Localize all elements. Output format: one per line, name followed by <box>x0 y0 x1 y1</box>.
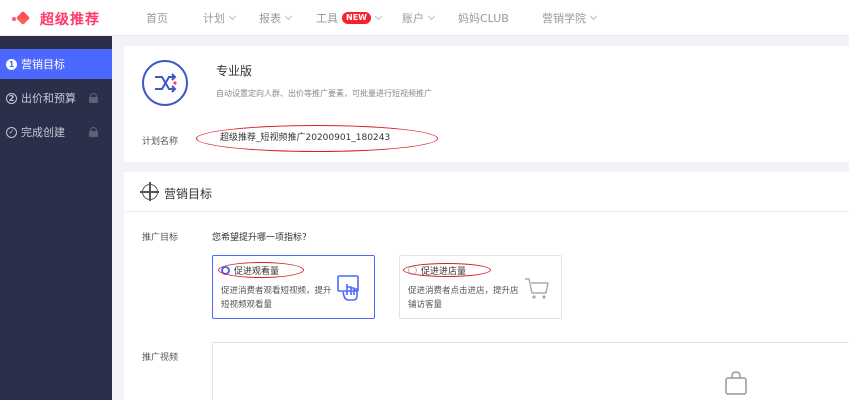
nav-item-label: 工具 <box>316 12 338 25</box>
chevron-down-icon <box>374 12 383 21</box>
sidebar-step-marketing-goal[interactable]: 1 营销目标 <box>0 49 112 79</box>
nav-item-academy[interactable]: 营销学院 <box>542 10 598 26</box>
sidebar-step-bid-budget[interactable]: 2 出价和预算 <box>0 83 112 113</box>
nav-item-label: 报表 <box>259 12 281 25</box>
lock-icon <box>89 93 98 103</box>
step-number: 2 <box>6 92 17 104</box>
sidebar-step-finish[interactable]: ✓ 完成创建 <box>0 117 112 147</box>
brand-logo[interactable]: 超级推荐 <box>12 9 100 29</box>
new-badge: NEW <box>342 12 371 24</box>
crosshair-icon <box>140 182 159 201</box>
target-label: 推广目标 <box>142 233 179 243</box>
option-description: 促进消费者观看短视频，提升短视频观看量 <box>221 286 332 310</box>
annotation-ellipse <box>403 263 491 277</box>
nav-item-label: 计划 <box>203 12 225 25</box>
annotation-ellipse <box>196 125 438 152</box>
lock-icon <box>89 127 98 137</box>
nav-item-account[interactable]: 账户 <box>402 10 436 26</box>
chevron-down-icon <box>427 12 436 21</box>
nav-item-mama-club[interactable]: 妈妈CLUB <box>458 10 509 26</box>
edition-title: 专业版 <box>216 64 253 78</box>
nav-item-report[interactable]: 报表 <box>259 10 293 26</box>
shuffle-icon <box>142 60 188 106</box>
step-number: 1 <box>6 58 17 70</box>
nav-item-label: 账户 <box>402 12 424 25</box>
chevron-down-icon <box>284 12 293 21</box>
sidebar-step-label: 营销目标 <box>21 58 65 71</box>
nav-item-tools[interactable]: 工具 NEW <box>316 10 383 26</box>
video-label: 推广视频 <box>142 353 179 363</box>
plan-info-card: 专业版 自动设置定向人群、出价等推广要素，可批量进行短视频推广 计划名称 超级推… <box>124 46 849 162</box>
hand-tap-icon <box>336 274 364 302</box>
nav-item-home[interactable]: 首页 <box>146 10 168 26</box>
marketing-goal-card: 营销目标 推广目标 您希望提升哪一项指标？ 促进观看量 促进消费者观看短视频，提… <box>124 172 849 400</box>
nav-item-label: 妈妈CLUB <box>458 12 509 25</box>
edition-description: 自动设置定向人群、出价等推广要素，可批量进行短视频推广 <box>216 89 432 98</box>
sidebar-step-label: 出价和预算 <box>21 92 76 105</box>
nav-item-label: 首页 <box>146 12 168 25</box>
shopping-bag-icon <box>723 370 749 396</box>
brand-name: 超级推荐 <box>40 12 100 28</box>
brand-logo-mark <box>12 10 32 28</box>
section-header: 营销目标 <box>124 172 849 212</box>
top-navigation-bar: 超级推荐 首页 计划 报表 工具 NEW 账户 妈妈CLUB 营销学院 <box>0 0 849 36</box>
chevron-down-icon <box>228 12 237 21</box>
plan-name-label: 计划名称 <box>142 137 179 147</box>
video-upload-area[interactable] <box>212 342 849 400</box>
check-icon: ✓ <box>6 126 17 138</box>
annotation-ellipse <box>218 262 304 278</box>
step-sidebar: 1 营销目标 2 出价和预算 ✓ 完成创建 <box>0 36 112 400</box>
nav-item-label: 营销学院 <box>542 12 586 25</box>
chevron-down-icon <box>589 12 598 21</box>
section-title: 营销目标 <box>164 187 213 201</box>
nav-item-plan[interactable]: 计划 <box>203 10 237 26</box>
cart-icon <box>523 274 551 302</box>
sidebar-step-label: 完成创建 <box>21 126 65 139</box>
option-description: 促进消费者点击进店，提升店铺访客量 <box>408 286 519 310</box>
goal-question: 您希望提升哪一项指标？ <box>212 233 312 243</box>
